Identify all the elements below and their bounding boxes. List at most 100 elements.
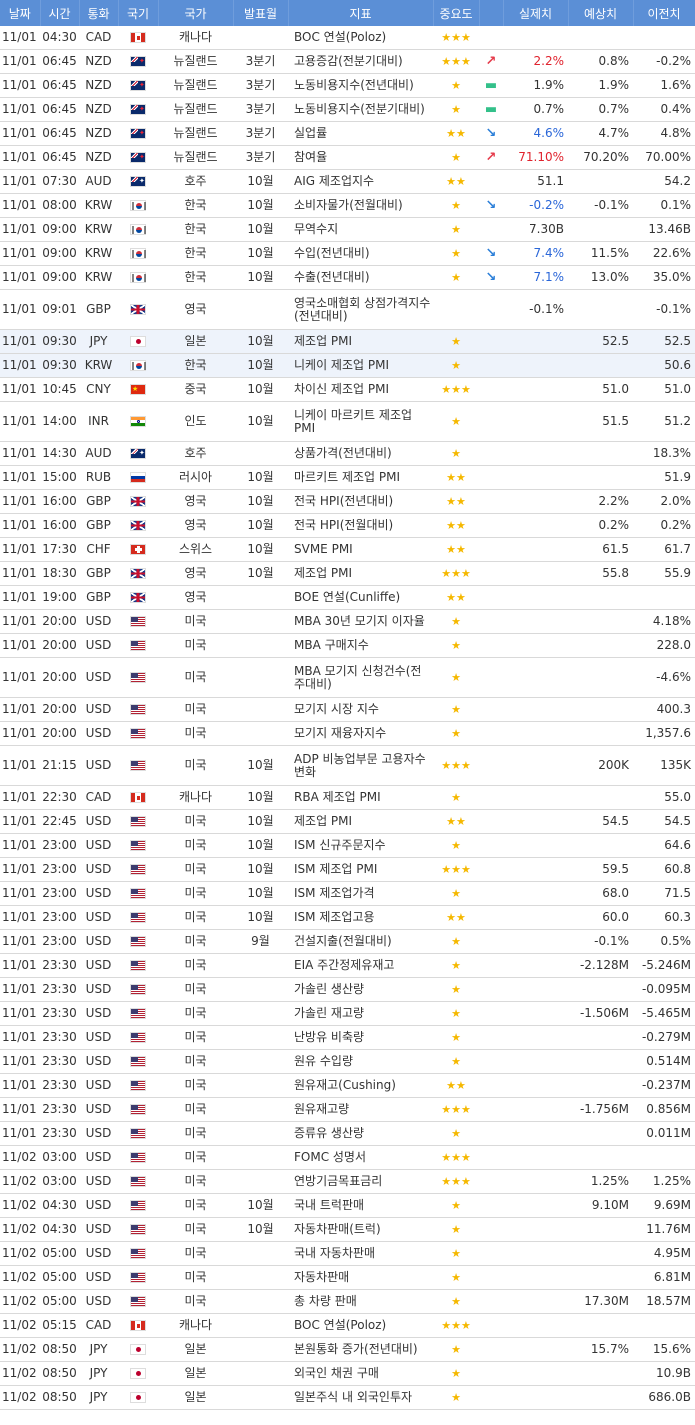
header-actual[interactable]: 실제치	[503, 0, 569, 26]
table-row[interactable]: 11/0106:45NZD뉴질랜드3분기실업률★★↘4.6%4.7%4.8%	[0, 121, 695, 146]
table-row[interactable]: 11/02 08:50 JPY 일본 본원통화 증가(전년대비) ★ 15.7% 15.6%	[0, 1337, 695, 1362]
cell-indicator[interactable]: 전국 HPI(전년대비)	[288, 489, 433, 514]
table-row[interactable]: 11/01 09:00 KRW 한국 10월 수입(전년대비) ★ ↘ 7.4% 11.5% 22.…	[0, 241, 695, 266]
table-row[interactable]: 11/02 08:50 JPY 일본 외국인 채권 구매 ★ 10.9B	[0, 1361, 695, 1386]
cell-indicator[interactable]: 전국 HPI(전월대비)	[288, 513, 433, 538]
table-row[interactable]: 11/01 23:30 USD 미국 원유 수입량 ★ 0.514M	[0, 1049, 695, 1074]
table-row[interactable]: 11/0106:45NZD뉴질랜드3분기노동비용지수(전분기대비)★▬0.7%0…	[0, 97, 695, 122]
cell-indicator[interactable]: 고용증감(전분기대비)	[288, 49, 433, 74]
table-row[interactable]: 11/01 23:30 USD 미국 원유재고(Cushing) ★★ -0.237M	[0, 1073, 695, 1098]
cell-indicator[interactable]: 모기지 재융자지수	[288, 721, 433, 746]
header-previous[interactable]: 이전치	[633, 0, 695, 26]
cell-indicator[interactable]: 참여율	[288, 145, 433, 170]
cell-indicator[interactable]: 자동차판매(트럭)	[288, 1217, 433, 1242]
table-row[interactable]: 11/01 19:00 GBP 영국 BOE 연설(Cunliffe) ★★	[0, 585, 695, 610]
table-row[interactable]: 11/01 16:00 GBP 영국 10월 전국 HPI(전월대비) ★★ 0.2% 0.2%	[0, 513, 695, 538]
cell-indicator[interactable]: 원유 수입량	[288, 1049, 433, 1074]
table-row[interactable]: 11/02 03:00 USD 미국 FOMC 성명서 ★★★	[0, 1145, 695, 1170]
table-row[interactable]: 11/0106:45NZD뉴질랜드3분기노동비용지수(전년대비)★▬1.9%1.…	[0, 73, 695, 98]
table-row[interactable]: 11/01 16:00 GBP 영국 10월 전국 HPI(전년대비) ★★ 2.2% 2.0%	[0, 489, 695, 514]
cell-indicator[interactable]: 니케이 마르키트 제조업 PMI	[288, 401, 433, 442]
cell-indicator[interactable]: 일본주식 내 외국인투자	[288, 1385, 433, 1410]
cell-indicator[interactable]: 본원통화 증가(전년대비)	[288, 1337, 433, 1362]
table-row[interactable]: 11/02 04:30 USD 미국 10월 자동차판매(트럭) ★ 11.76M	[0, 1217, 695, 1242]
table-row[interactable]: 11/02 04:30 USD 미국 10월 국내 트럭판매 ★ 9.10M 9.69M	[0, 1193, 695, 1218]
cell-indicator[interactable]: MBA 모기지 신청건수(전주대비)	[288, 657, 433, 698]
table-row[interactable]: 11/0107:30AUD호주10월AIG 제조업지수★★51.154.2	[0, 169, 695, 194]
table-row[interactable]: 11/0106:45NZD 뉴질랜드3분기참여율 ★ ↗ 71.10%70.20%70.…	[0, 145, 695, 170]
table-row[interactable]: 11/01 23:30 USD 미국 EIA 주간정제유재고 ★ -2.128M -5.246…	[0, 953, 695, 978]
table-row[interactable]: 11/0106:45NZD뉴질랜드3분기고용증감(전분기대비)★★★↗2.2%0…	[0, 49, 695, 74]
cell-indicator[interactable]: 원유재고(Cushing)	[288, 1073, 433, 1098]
cell-indicator[interactable]: 노동비용지수(전년대비)	[288, 73, 433, 98]
header-country[interactable]: 국가	[158, 0, 234, 26]
cell-indicator[interactable]: RBA 제조업 PMI	[288, 785, 433, 810]
table-row[interactable]: 11/01 14:00 INR 인도 10월 니케이 마르키트 제조업 PMI ★ 51.5 5…	[0, 401, 695, 442]
header-indicator[interactable]: 지표	[288, 0, 434, 26]
cell-indicator[interactable]: 차이신 제조업 PMI	[288, 377, 433, 402]
cell-indicator[interactable]: MBA 구매지수	[288, 633, 433, 658]
cell-indicator[interactable]: 소비자물가(전월대비)	[288, 193, 433, 218]
header-release-month[interactable]: 발표월	[233, 0, 289, 26]
header-currency[interactable]: 통화	[79, 0, 119, 26]
table-row[interactable]: 11/01 20:00 USD 미국 MBA 모기지 신청건수(전주대비) ★ -4.6%	[0, 657, 695, 698]
table-row[interactable]: 11/01 21:15 USD 미국 10월 ADP 비농업부문 고용자수 변화 ★★★ 20…	[0, 745, 695, 786]
table-row[interactable]: 11/01 09:00 KRW 한국 10월 수출(전년대비) ★ ↘ 7.1% 13.0% 35.…	[0, 265, 695, 290]
cell-indicator[interactable]: 난방유 비축량	[288, 1025, 433, 1050]
cell-indicator[interactable]: 외국인 채권 구매	[288, 1361, 433, 1386]
cell-indicator[interactable]: 자동차판매	[288, 1265, 433, 1290]
cell-indicator[interactable]: 건설지출(전월대비)	[288, 929, 433, 954]
table-row[interactable]: 11/01 04:30 CAD 캐나다 BOC 연설(Poloz) ★★★	[0, 26, 695, 50]
table-row[interactable]: 11/02 05:00 USD 미국 총 차량 판매 ★ 17.30M 18.57M	[0, 1289, 695, 1314]
cell-indicator[interactable]: ISM 제조업가격	[288, 881, 433, 906]
cell-indicator[interactable]: 가솔린 생산량	[288, 977, 433, 1002]
cell-indicator[interactable]: 니케이 제조업 PMI	[288, 353, 433, 378]
table-row[interactable]: 11/01 23:30 USD 미국 가솔린 재고량 ★ -1.506M -5.465M	[0, 1001, 695, 1026]
table-row[interactable]: 11/01 09:01 GBP 영국 영국소매협회 상점가격지수(전년대비) -0.1% -…	[0, 289, 695, 330]
cell-indicator[interactable]: FOMC 성명서	[288, 1145, 433, 1170]
cell-indicator[interactable]: 연방기금목표금리	[288, 1169, 433, 1194]
table-row[interactable]: 11/0114:30AUD 호주 상품가격(전년대비) ★ 18.3%	[0, 441, 695, 466]
cell-indicator[interactable]: 가솔린 재고량	[288, 1001, 433, 1026]
cell-indicator[interactable]: 실업률	[288, 121, 433, 146]
cell-indicator[interactable]: 모기지 시장 지수	[288, 697, 433, 722]
cell-indicator[interactable]: SVME PMI	[288, 537, 433, 562]
header-time[interactable]: 시간	[40, 0, 80, 26]
cell-indicator[interactable]: BOC 연설(Poloz)	[288, 26, 433, 50]
table-row[interactable]: 11/01 23:30 USD 미국 가솔린 생산량 ★ -0.095M	[0, 977, 695, 1002]
table-row[interactable]: 11/01 08:00 KRW 한국 10월 소비자물가(전월대비) ★ ↘ -0.2% -0.1…	[0, 193, 695, 218]
cell-indicator[interactable]: BOC 연설(Poloz)	[288, 1313, 433, 1338]
table-row[interactable]: 11/02 03:00 USD 미국 연방기금목표금리 ★★★ 1.25% 1.25%	[0, 1169, 695, 1194]
table-row[interactable]: 11/01 22:45 USD 미국 10월 제조업 PMI ★★ 54.5 54.5	[0, 809, 695, 834]
table-row[interactable]: 11/01 09:30 KRW 한국 10월 니케이 제조업 PMI ★ 50.6	[0, 353, 695, 378]
header-date[interactable]: 날짜	[0, 0, 41, 26]
cell-indicator[interactable]: 원유재고량	[288, 1097, 433, 1122]
table-row[interactable]: 11/01 09:00 KRW 한국 10월 무역수지 ★ 7.30B 13.46B	[0, 217, 695, 242]
cell-indicator[interactable]: ISM 신규주문지수	[288, 833, 433, 858]
cell-indicator[interactable]: MBA 30년 모기지 이자율	[288, 609, 433, 634]
cell-indicator[interactable]: ADP 비농업부문 고용자수 변화	[288, 745, 433, 786]
table-row[interactable]: 11/0110:45CNY중국10월차이신 제조업 PMI★★★51.051.0	[0, 377, 695, 402]
table-row[interactable]: 11/01 20:00 USD 미국 모기지 시장 지수 ★ 400.3	[0, 697, 695, 722]
cell-indicator[interactable]: AIG 제조업지수	[288, 169, 433, 194]
cell-indicator[interactable]: 제조업 PMI	[288, 809, 433, 834]
table-row[interactable]: 11/02 05:00 USD 미국 자동차판매 ★ 6.81M	[0, 1265, 695, 1290]
cell-indicator[interactable]: BOE 연설(Cunliffe)	[288, 585, 433, 610]
cell-indicator[interactable]: 수출(전년대비)	[288, 265, 433, 290]
header-forecast[interactable]: 예상치	[568, 0, 634, 26]
table-row[interactable]: 11/01 18:30 GBP 영국 10월 제조업 PMI ★★★ 55.8 55.9	[0, 561, 695, 586]
cell-indicator[interactable]: 무역수지	[288, 217, 433, 242]
header-importance[interactable]: 중요도	[433, 0, 480, 26]
table-row[interactable]: 11/01 23:00 USD 미국 10월 ISM 제조업고용 ★★ 60.0 60.3	[0, 905, 695, 930]
table-row[interactable]: 11/01 20:00 USD 미국 MBA 30년 모기지 이자율 ★ 4.18%	[0, 609, 695, 634]
table-row[interactable]: 11/01 23:00 USD 미국 10월 ISM 제조업 PMI ★★★ 59.5 60.8	[0, 857, 695, 882]
table-row[interactable]: 11/02 05:15 CAD 캐나다 BOC 연설(Poloz) ★★★	[0, 1313, 695, 1338]
table-row[interactable]: 11/01 23:00 USD 미국 9월 건설지출(전월대비) ★ -0.1% 0.5%	[0, 929, 695, 954]
cell-indicator[interactable]: 증류유 생산량	[288, 1121, 433, 1146]
table-row[interactable]: 11/01 15:00 RUB 러시아 10월 마르키트 제조업 PMI ★★ 51.9	[0, 465, 695, 490]
cell-indicator[interactable]: ISM 제조업고용	[288, 905, 433, 930]
table-row[interactable]: 11/02 05:00 USD 미국 국내 자동차판매 ★ 4.95M	[0, 1241, 695, 1266]
table-row[interactable]: 11/01 23:00 USD 미국 10월 ISM 제조업가격 ★ 68.0 71.5	[0, 881, 695, 906]
cell-indicator[interactable]: 마르키트 제조업 PMI	[288, 465, 433, 490]
header-flag[interactable]: 국기	[118, 0, 159, 26]
